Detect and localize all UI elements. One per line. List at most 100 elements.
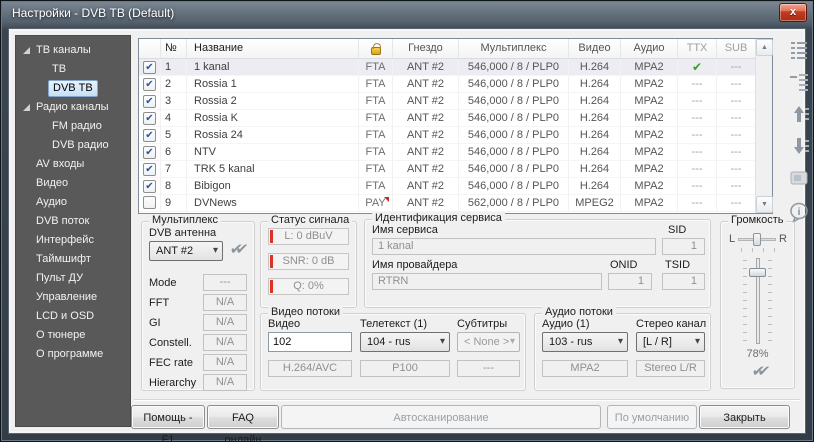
tree-item-audio[interactable]: Аудио bbox=[16, 193, 130, 212]
tree-item-dvb-stream[interactable]: DVB поток bbox=[16, 212, 130, 231]
channel-checkbox[interactable]: ✔ bbox=[143, 61, 156, 74]
cell-audio: MPA2 bbox=[621, 144, 678, 160]
video-streams-panel: Видео потоки Видео H.264/AVC Телетекст (… bbox=[260, 313, 526, 391]
teletext-combobox[interactable]: 104 - rus bbox=[360, 332, 450, 352]
cell-audio: MPA2 bbox=[621, 93, 678, 109]
header-video[interactable]: Видео bbox=[569, 39, 621, 58]
window-title: Настройки - DVB ТВ (Default) bbox=[12, 6, 174, 20]
balance-slider[interactable] bbox=[738, 238, 776, 241]
tree-item-lcd-osd[interactable]: LCD и OSD bbox=[16, 307, 130, 326]
cell-socket: ANT #2 bbox=[393, 161, 459, 177]
signal-snr-bar: SNR: 0 dB bbox=[268, 253, 349, 270]
tree-item-video[interactable]: Видео bbox=[16, 174, 130, 193]
move-up-icon[interactable] bbox=[788, 103, 812, 127]
cell-num: 2 bbox=[161, 76, 187, 92]
table-row[interactable]: ✔ 5 Rossia 24 FTA ANT #2 546,000 / 8 / P… bbox=[139, 127, 755, 144]
cell-mux: 546,000 / 8 / PLP0 bbox=[459, 76, 569, 92]
channel-checkbox[interactable]: ✔ bbox=[143, 112, 156, 125]
tree-item-fm-radio[interactable]: FM радио bbox=[16, 117, 130, 136]
close-dialog-button[interactable]: Закрыть bbox=[699, 405, 790, 429]
tree-item-dvb-radio[interactable]: DVB радио bbox=[16, 136, 130, 155]
tree-item-dvb-tv-selected[interactable]: DVB ТВ bbox=[16, 79, 130, 98]
tree-item-control[interactable]: Управление bbox=[16, 288, 130, 307]
fft-label: FFT bbox=[149, 297, 203, 309]
table-row[interactable]: ✔ 6 NTV FTA ANT #2 546,000 / 8 / PLP0 H.… bbox=[139, 144, 755, 161]
channel-checkbox[interactable]: ✔ bbox=[143, 180, 156, 193]
mode-value: --- bbox=[203, 274, 247, 291]
cell-ttx: --- bbox=[678, 110, 717, 126]
table-row[interactable]: ✔ 3 Rossia 2 FTA ANT #2 546,000 / 8 / PL… bbox=[139, 93, 755, 110]
table-row[interactable]: ✔ 2 Rossia 1 FTA ANT #2 546,000 / 8 / PL… bbox=[139, 76, 755, 93]
header-audio[interactable]: Аудио bbox=[621, 39, 678, 58]
hierarchy-label: Hierarchy bbox=[149, 377, 203, 389]
video-pid-input[interactable] bbox=[268, 332, 352, 352]
header-access[interactable] bbox=[359, 39, 393, 58]
header-mux[interactable]: Мультиплекс bbox=[459, 39, 569, 58]
cell-video: H.264 bbox=[569, 127, 621, 143]
channel-checkbox[interactable]: ✔ bbox=[143, 146, 156, 159]
tree-item-remote[interactable]: Пульт ДУ bbox=[16, 269, 130, 288]
channel-checkbox[interactable]: ✔ bbox=[143, 129, 156, 142]
cell-video: H.264 bbox=[569, 59, 621, 75]
table-row[interactable]: ✔ 1 1 kanal FTA ANT #2 546,000 / 8 / PLP… bbox=[139, 59, 755, 76]
volume-apply-check-icon[interactable]: ✔✔ bbox=[751, 362, 765, 380]
cell-video: H.264 bbox=[569, 144, 621, 160]
table-row[interactable]: ✔ 8 Bibigon FTA ANT #2 546,000 / 8 / PLP… bbox=[139, 178, 755, 195]
tree-item-radio-channels[interactable]: Радио каналы bbox=[16, 98, 130, 117]
balance-slider-thumb[interactable] bbox=[753, 233, 761, 246]
tree-item-about-program[interactable]: О программе bbox=[16, 345, 130, 364]
cell-sub: --- bbox=[717, 195, 755, 211]
channel-checkbox[interactable]: ✔ bbox=[143, 163, 156, 176]
help-button[interactable]: Помощь - F1 bbox=[131, 405, 205, 429]
header-socket[interactable]: Гнездо bbox=[393, 39, 459, 58]
volume-ticks-left bbox=[743, 260, 747, 344]
cell-mux: 546,000 / 8 / PLP0 bbox=[459, 110, 569, 126]
audio-combobox[interactable]: 103 - rus bbox=[542, 332, 628, 352]
tree-item-timeshift[interactable]: Таймшифт bbox=[16, 250, 130, 269]
teletext-label: Телетекст (1) bbox=[360, 318, 427, 330]
faq-button[interactable]: FAQ онлайн bbox=[207, 405, 279, 429]
close-button[interactable]: x bbox=[779, 3, 807, 22]
defaults-button[interactable]: По умолчанию bbox=[607, 405, 697, 429]
tree-item-tv-channels[interactable]: ТВ каналы bbox=[16, 41, 130, 60]
cell-sub: --- bbox=[717, 127, 755, 143]
multiplex-panel: Мультиплекс DVB антенна ANT #2 ✔✔ Mode--… bbox=[141, 221, 255, 391]
stereo-combobox[interactable]: [L / R] bbox=[636, 332, 705, 352]
header-name[interactable]: Название bbox=[187, 39, 359, 58]
subtitles-combobox[interactable]: < None > bbox=[457, 332, 520, 352]
cell-num: 7 bbox=[161, 161, 187, 177]
scroll-up-icon[interactable]: ▲ bbox=[756, 39, 773, 56]
table-row[interactable]: 9 DVNews PAY ANT #2 562,000 / 8 / PLP0 M… bbox=[139, 195, 755, 212]
header-num[interactable]: № bbox=[161, 39, 187, 58]
cell-num: 1 bbox=[161, 59, 187, 75]
expander-icon[interactable] bbox=[23, 104, 30, 111]
cell-audio: MPA2 bbox=[621, 110, 678, 126]
channel-checkbox[interactable]: ✔ bbox=[143, 95, 156, 108]
header-checkbox[interactable] bbox=[139, 39, 161, 58]
tree-item-av-inputs[interactable]: AV входы bbox=[16, 155, 130, 174]
header-sub[interactable]: SUB bbox=[717, 39, 755, 58]
scroll-down-icon[interactable]: ▼ bbox=[756, 196, 773, 213]
apply-antenna-check-icon[interactable]: ✔✔ bbox=[229, 240, 243, 258]
preview-icon[interactable] bbox=[788, 167, 812, 191]
renumber-icon[interactable] bbox=[788, 71, 812, 95]
volume-slider-thumb[interactable] bbox=[749, 268, 766, 277]
header-ttx[interactable]: TTX bbox=[678, 39, 717, 58]
table-row[interactable]: ✔ 4 Rossia K FTA ANT #2 546,000 / 8 / PL… bbox=[139, 110, 755, 127]
table-scrollbar[interactable]: ▲ ▼ bbox=[755, 39, 772, 213]
tree-item-tv[interactable]: ТВ bbox=[16, 60, 130, 79]
antenna-combobox[interactable]: ANT #2 bbox=[149, 241, 223, 261]
table-row[interactable]: ✔ 7 TRK 5 kanal FTA ANT #2 546,000 / 8 /… bbox=[139, 161, 755, 178]
cell-mux: 546,000 / 8 / PLP0 bbox=[459, 59, 569, 75]
expander-icon[interactable] bbox=[23, 47, 30, 54]
channel-checkbox[interactable]: ✔ bbox=[143, 78, 156, 91]
channel-list-icon[interactable] bbox=[788, 39, 812, 63]
cell-access: FTA bbox=[359, 93, 393, 109]
tree-item-interface[interactable]: Интерфейс bbox=[16, 231, 130, 250]
cell-mux: 546,000 / 8 / PLP0 bbox=[459, 178, 569, 194]
channel-checkbox[interactable] bbox=[143, 196, 156, 209]
cell-num: 5 bbox=[161, 127, 187, 143]
autoscan-button[interactable]: Автосканирование bbox=[281, 405, 601, 429]
tree-item-about-tuner[interactable]: О тюнере bbox=[16, 326, 130, 345]
move-down-icon[interactable] bbox=[788, 135, 812, 159]
